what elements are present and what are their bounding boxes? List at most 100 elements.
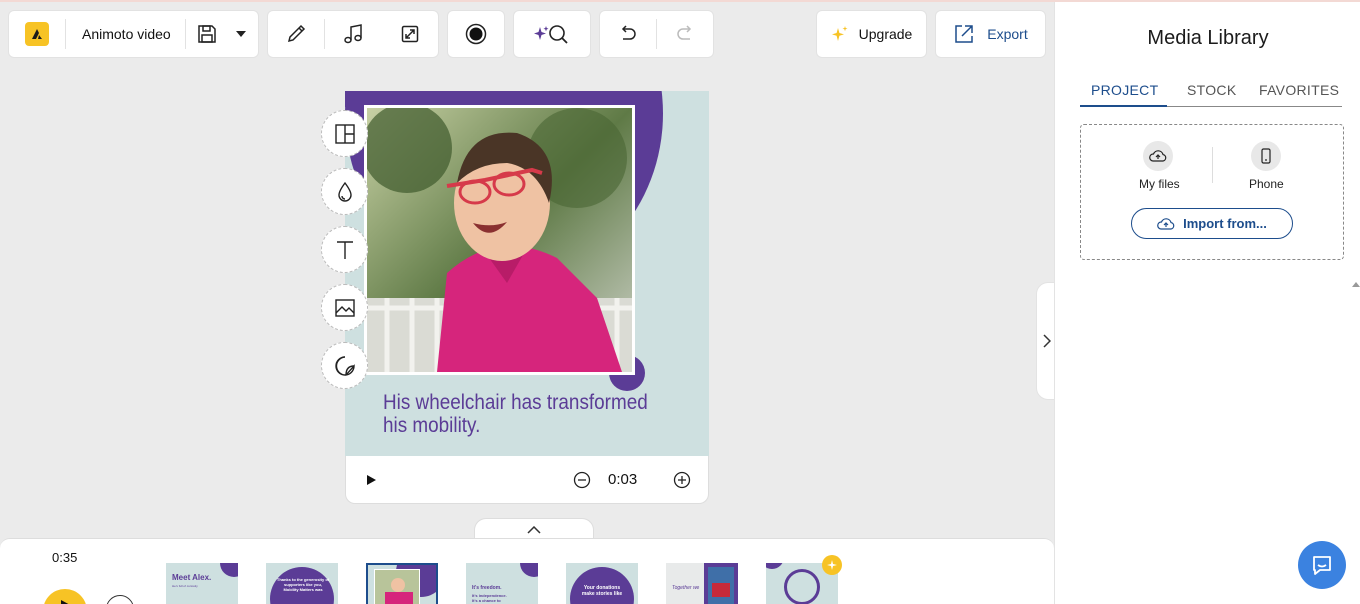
media-button[interactable] xyxy=(321,284,368,331)
phone-label: Phone xyxy=(1249,177,1284,191)
timeline-thumb-1[interactable]: Meet Alex. He's full of curiosity xyxy=(166,563,238,604)
pencil-icon xyxy=(287,24,305,43)
history-toolbar-group xyxy=(599,10,714,58)
cloud-upload-icon xyxy=(1157,217,1175,230)
thumb-text: Your donations make stories like xyxy=(581,585,623,597)
project-name[interactable]: Animoto video xyxy=(66,26,185,42)
premium-badge xyxy=(822,555,842,575)
ai-search-icon xyxy=(534,25,568,44)
timeline-thumb-6[interactable]: Together we xyxy=(666,563,738,604)
play-preview-button[interactable] xyxy=(360,470,382,490)
text-icon xyxy=(336,240,353,259)
import-label: Import from... xyxy=(1183,216,1267,231)
edit-toolbar-group xyxy=(267,10,439,58)
animoto-logo-icon xyxy=(25,22,49,46)
ai-search-button[interactable] xyxy=(513,10,591,58)
media-library-panel: Media Library PROJECT STOCK FAVORITES My… xyxy=(1054,2,1360,604)
layout-icon xyxy=(334,123,355,144)
my-files-button[interactable] xyxy=(1143,141,1173,171)
export-icon xyxy=(955,25,974,43)
thumb-face xyxy=(391,578,405,592)
thumb-text: Together we xyxy=(672,585,700,591)
import-from-button[interactable]: Import from... xyxy=(1131,208,1293,239)
video-canvas[interactable]: His wheelchair has transformed his mobil… xyxy=(345,91,709,456)
slide-caption[interactable]: His wheelchair has transformed his mobil… xyxy=(383,391,662,437)
thumb-shape xyxy=(766,563,784,569)
media-panel-toggle[interactable] xyxy=(1036,282,1056,400)
timeline-toggle-tab[interactable] xyxy=(474,518,594,540)
play-icon xyxy=(367,475,376,485)
export-button[interactable]: Export xyxy=(935,10,1046,58)
timeline-thumb-2[interactable]: Thanks to the generosity of supporters l… xyxy=(266,563,338,604)
my-files-label: My files xyxy=(1139,177,1180,191)
upload-dropzone[interactable]: My files Phone Import from... xyxy=(1080,124,1344,260)
tab-project[interactable]: PROJECT xyxy=(1091,82,1158,98)
thumb-title: Meet Alex. xyxy=(172,573,212,582)
save-options-dropdown[interactable] xyxy=(228,10,254,58)
chevron-up-icon xyxy=(527,525,541,534)
sparkle-icon xyxy=(827,560,837,570)
color-drop-icon xyxy=(337,181,352,202)
tab-favorites[interactable]: FAVORITES xyxy=(1259,82,1339,98)
caption-line-2: his mobility. xyxy=(383,414,481,437)
thumb-shirt xyxy=(385,592,413,604)
play-video-button[interactable] xyxy=(43,589,87,604)
save-icon xyxy=(197,25,216,43)
plus-circle-icon xyxy=(673,471,691,489)
upgrade-button[interactable]: Upgrade xyxy=(816,10,927,58)
minus-circle-icon xyxy=(573,471,591,489)
home-button[interactable] xyxy=(9,10,65,58)
chat-icon xyxy=(1313,556,1331,575)
phone-button[interactable] xyxy=(1251,141,1281,171)
cloud-upload-icon xyxy=(1149,150,1167,162)
undo-icon xyxy=(621,25,636,40)
save-button[interactable] xyxy=(186,10,228,58)
thumb-logo xyxy=(784,569,820,604)
thumb-title: It's freedom. xyxy=(472,585,502,591)
stop-button[interactable] xyxy=(106,595,134,604)
redo-icon xyxy=(677,25,692,40)
help-chat-button[interactable] xyxy=(1298,541,1346,589)
timeline-thumb-3-selected[interactable] xyxy=(366,563,438,604)
aspect-ratio-button[interactable] xyxy=(381,10,438,58)
color-button[interactable] xyxy=(321,168,368,215)
music-note-icon xyxy=(344,24,362,44)
slide-duration: 0:03 xyxy=(608,471,638,488)
thumb-photo xyxy=(708,567,734,604)
record-icon xyxy=(465,23,487,45)
zoom-in-button[interactable] xyxy=(672,470,692,490)
timeline-thumb-4[interactable]: It's freedom. It's independence. It's a … xyxy=(466,563,538,604)
panel-title: Media Library xyxy=(1147,27,1269,49)
timeline-strip: 0:35 Meet Alex. He's full of curiosity T… xyxy=(0,538,1054,604)
upgrade-label: Upgrade xyxy=(858,26,913,42)
zoom-out-button[interactable] xyxy=(572,470,592,490)
text-button[interactable] xyxy=(321,226,368,273)
project-toolbar-group: Animoto video xyxy=(8,10,259,58)
chevron-down-icon xyxy=(235,31,246,37)
thumb-photo-detail xyxy=(712,583,730,597)
thumb-text: He's full of curiosity xyxy=(172,584,198,588)
tab-stock[interactable]: STOCK xyxy=(1187,82,1236,98)
scrollbar-up-arrow[interactable] xyxy=(1352,282,1360,287)
timeline-thumb-5[interactable]: Your donations make stories like xyxy=(566,563,638,604)
undo-button[interactable] xyxy=(600,10,656,58)
total-duration: 0:35 xyxy=(52,550,78,565)
image-icon xyxy=(334,298,355,317)
layout-button[interactable] xyxy=(321,110,368,157)
thumb-photo xyxy=(374,569,420,604)
thumb-text: Thanks to the generosity of supporters l… xyxy=(276,577,330,592)
photo-frame[interactable] xyxy=(362,103,635,375)
play-icon xyxy=(61,600,69,604)
design-button[interactable] xyxy=(268,10,324,58)
resize-icon xyxy=(401,25,418,43)
active-tab-indicator xyxy=(1080,105,1167,107)
export-label: Export xyxy=(987,26,1028,42)
chevron-right-icon xyxy=(1042,334,1051,348)
music-button[interactable] xyxy=(325,10,382,58)
sticker-button[interactable] xyxy=(321,342,368,389)
thumb-text: It's independence. It's a chance to expl… xyxy=(472,593,507,604)
record-button[interactable] xyxy=(447,10,505,58)
phone-icon xyxy=(1261,148,1271,164)
redo-button[interactable] xyxy=(657,10,713,58)
dropzone-divider xyxy=(1212,147,1213,183)
